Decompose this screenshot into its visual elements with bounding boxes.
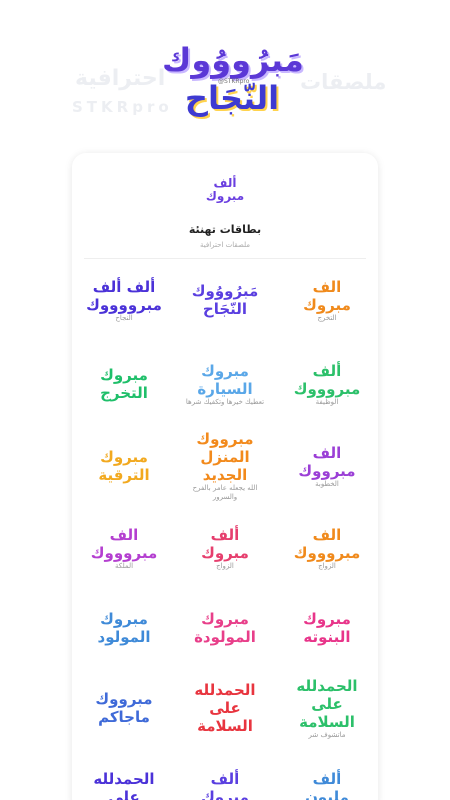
sticker-text-l1: مبرووك (95, 690, 153, 708)
sticker-text-l2: مبروووك (90, 543, 158, 562)
sticker-item[interactable]: مبروك المولودة (185, 593, 265, 663)
sticker-text-l1: مبروك (303, 610, 351, 628)
sticker-text-l1: ألف (210, 525, 240, 544)
sticker-text-l3: التخرج (317, 313, 337, 322)
sticker-text-l2: النّجَاح (202, 300, 248, 318)
sticker-text-l1: مبروك (100, 448, 148, 466)
sticker-text-l1: ألف ألف (92, 277, 156, 296)
hero-banner: ملصقات احترافية STKRpro مَبرُووُوك @STKR… (0, 0, 450, 150)
sticker-text-l1: ألف (312, 770, 342, 788)
sticker-text-l1: مبروك (201, 361, 249, 380)
sticker-text-l3: ماتشوف شر (308, 730, 346, 739)
sticker-text-l1: الف (312, 525, 342, 544)
sticker-text-l1: ألف (210, 770, 240, 788)
sticker-text-l2: المولود (97, 628, 151, 646)
sticker-text-l1: مبرووك (196, 430, 254, 448)
sticker-text-l1: مبروك (100, 366, 148, 384)
sticker-item[interactable]: مبروك المولود (84, 593, 164, 663)
sticker-text-l2: مليون (305, 788, 349, 800)
sticker-text-l1: الف (109, 525, 139, 544)
logo-line-2: النّجَاح (184, 79, 280, 117)
logo-tag: @STKRpro (218, 78, 250, 85)
sticker-item[interactable]: ألف مليون (287, 753, 367, 800)
sticker-item[interactable]: مبروك التخرج (84, 349, 164, 419)
sticker-text-l1: ألف (312, 361, 342, 380)
sticker-item[interactable]: الحمدلله على السلامة (185, 673, 265, 743)
sticker-text-l1: الحمدلله (194, 681, 256, 699)
sticker-item[interactable]: ألف مبروووك الوظيفة (287, 349, 367, 419)
background-text-brand: STKRpro (72, 98, 173, 116)
sticker-item[interactable]: الف مبرووك الخطوبة (287, 431, 367, 501)
sticker-text-l2: البنوته (303, 628, 351, 646)
sticker-text-l2: على السلامة (197, 699, 253, 735)
divider (84, 258, 366, 259)
sticker-text-l1: مَبرُووُوك (191, 282, 259, 300)
sticker-text-l3: تعطيك خيرها وتكفيك شرها (185, 397, 265, 406)
sticker-text-l2: المولودة (194, 628, 256, 646)
pack-logo[interactable]: ألف مبروك (205, 177, 245, 203)
sticker-item[interactable]: الحمدلله على (84, 753, 164, 800)
sticker-item[interactable]: الحمدلله على السلامة ماتشوف شر (287, 673, 367, 743)
sticker-text-l2: مبروووك (293, 379, 361, 398)
sticker-text-l2: مبروووك (293, 543, 361, 562)
sticker-text-l2: المنزل الجديد (200, 448, 250, 484)
pack-title: بطاقات تهنئة (188, 223, 262, 236)
sticker-text-l1: الف (312, 443, 342, 462)
sticker-text-l2: مبروك (201, 543, 249, 562)
sticker-text-l3: الوظيفة (315, 397, 339, 406)
sticker-text-l2: السيارة (197, 379, 253, 398)
sticker-item[interactable]: مَبرُووُوك النّجَاح (185, 265, 265, 335)
app-logo: مَبرُووُوك @STKRpro النّجَاح (162, 40, 304, 117)
sticker-text-l3: الزواج (216, 561, 234, 570)
sticker-text-l2: مبرووك (298, 461, 356, 480)
sticker-text-l2: على (108, 788, 140, 800)
sticker-text-l2: مبرووووك (86, 295, 162, 314)
sticker-text-l1: الحمدلله (296, 676, 358, 695)
sticker-item[interactable]: الف مبروووك الملكة (84, 513, 164, 583)
sticker-text-l1: مبروك (201, 610, 249, 628)
background-text-professional: احترافية (75, 66, 166, 91)
pack-logo-line-2: مبروك (205, 189, 245, 203)
sticker-text-l2: على السلامة (299, 694, 355, 731)
sticker-text-l3: الملكة (114, 561, 134, 570)
sticker-pack-card: ألف مبروك بطاقات تهنئة ملصقات احترافية أ… (72, 153, 378, 800)
sticker-text-l1: الف (312, 277, 342, 296)
sticker-item[interactable]: ألف ألف مبرووووك النجاح (84, 265, 164, 335)
sticker-text-l2: مبروك (201, 788, 249, 800)
sticker-item[interactable]: مبروك السيارة تعطيك خيرها وتكفيك شرها (185, 349, 265, 419)
sticker-text-l2: ماجاكم (98, 708, 150, 726)
logo-line-1: مَبرُووُوك (162, 41, 304, 79)
sticker-text-l1: الحمدلله (93, 770, 155, 788)
sticker-item[interactable]: ألف مبروك (185, 753, 265, 800)
sticker-item[interactable]: مبرووك المنزل الجديد الله يجعله عامر بالفر… (185, 430, 265, 501)
pack-subtitle: ملصقات احترافية (199, 241, 251, 249)
sticker-item[interactable]: مبرووك ماجاكم (84, 673, 164, 743)
sticker-text-l3: الزواج (318, 561, 336, 570)
sticker-item[interactable]: الف مبروووك الزواج (287, 513, 367, 583)
background-text-stickers: ملصقات (300, 70, 387, 94)
sticker-item[interactable]: مبروك الترقية (84, 431, 164, 501)
sticker-text-l1: مبروك (100, 610, 148, 628)
sticker-text-l2: مبروك (303, 295, 351, 314)
sticker-text-l2: التخرج (100, 384, 148, 402)
sticker-text-l3: الله يجعله عامر بالفرح والسرور (192, 484, 258, 501)
sticker-item[interactable]: مبروك البنوته (287, 593, 367, 663)
sticker-text-l3: الخطوبة (315, 479, 339, 488)
sticker-item[interactable]: الف مبروك التخرج (287, 265, 367, 335)
sticker-item[interactable]: ألف مبروك الزواج (185, 513, 265, 583)
sticker-text-l2: الترقية (98, 466, 150, 484)
sticker-text-l3: النجاح (115, 313, 133, 322)
